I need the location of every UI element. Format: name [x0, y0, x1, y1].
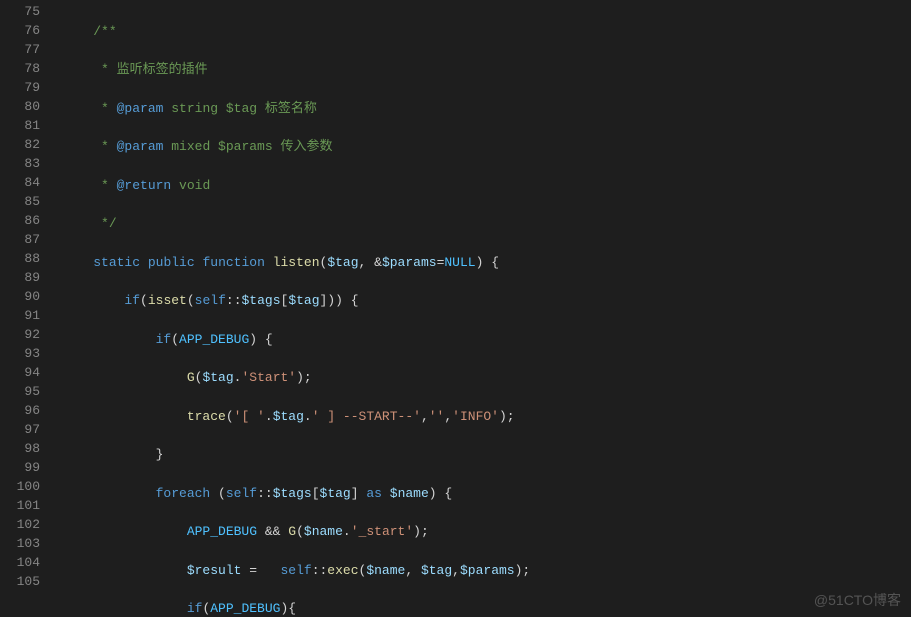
param: $params	[382, 255, 437, 270]
param: $tag	[327, 255, 358, 270]
line-number: 85	[0, 192, 40, 211]
line-number: 89	[0, 268, 40, 287]
variable: $name	[390, 486, 429, 501]
variable: $params	[460, 563, 515, 578]
keyword-self: self	[280, 563, 311, 578]
line-number: 79	[0, 78, 40, 97]
function-name: listen	[273, 255, 320, 270]
line-number-gutter: 7576777879808182838485868788899091929394…	[0, 0, 54, 617]
doc-comment: * 监听标签的插件	[93, 62, 207, 77]
line-number: 96	[0, 401, 40, 420]
line-number: 98	[0, 439, 40, 458]
watermark: @51CTO博客	[814, 590, 901, 611]
line-number: 76	[0, 21, 40, 40]
variable: $tag	[273, 409, 304, 424]
line-number: 97	[0, 420, 40, 439]
line-number: 91	[0, 306, 40, 325]
line-number: 82	[0, 135, 40, 154]
variable: $result	[187, 563, 242, 578]
string: '_start'	[351, 524, 413, 539]
keyword-if: if	[187, 601, 203, 616]
string: '[ '	[234, 409, 265, 424]
line-number: 86	[0, 211, 40, 230]
doc-comment: * @return void	[93, 178, 210, 193]
property: $tags	[242, 293, 281, 308]
code-editor[interactable]: 7576777879808182838485868788899091929394…	[0, 0, 911, 617]
function-call: G	[187, 370, 195, 385]
line-number: 93	[0, 344, 40, 363]
keyword-if: if	[124, 293, 140, 308]
line-number: 80	[0, 97, 40, 116]
method-call: exec	[327, 563, 358, 578]
line-number: 105	[0, 572, 40, 591]
line-number: 78	[0, 59, 40, 78]
line-number: 88	[0, 249, 40, 268]
line-number: 100	[0, 477, 40, 496]
keyword-as: as	[366, 486, 382, 501]
constant: APP_DEBUG	[179, 332, 249, 347]
variable: $name	[304, 524, 343, 539]
variable: $tag	[320, 486, 351, 501]
keyword-function: function	[202, 255, 264, 270]
keyword-static: static	[93, 255, 140, 270]
variable: $tag	[288, 293, 319, 308]
line-number: 104	[0, 553, 40, 572]
line-number: 95	[0, 382, 40, 401]
doc-comment: /**	[93, 24, 116, 39]
line-number: 77	[0, 40, 40, 59]
line-number: 92	[0, 325, 40, 344]
function-call: trace	[187, 409, 226, 424]
line-number: 90	[0, 287, 40, 306]
code-area[interactable]: /** * 监听标签的插件 * @param string $tag 标签名称 …	[54, 0, 911, 617]
property: $tags	[273, 486, 312, 501]
keyword-public: public	[148, 255, 195, 270]
line-number: 99	[0, 458, 40, 477]
string: ' ] --START--'	[312, 409, 421, 424]
keyword-foreach: foreach	[156, 486, 211, 501]
doc-comment: * @param string $tag 标签名称	[93, 101, 317, 116]
line-number: 94	[0, 363, 40, 382]
function-call: G	[288, 524, 296, 539]
variable: $tag	[202, 370, 233, 385]
doc-comment: * @param mixed $params 传入参数	[93, 139, 332, 154]
keyword-self: self	[195, 293, 226, 308]
line-number: 103	[0, 534, 40, 553]
doc-comment: */	[93, 216, 116, 231]
line-number: 84	[0, 173, 40, 192]
line-number: 83	[0, 154, 40, 173]
string: 'Start'	[241, 370, 296, 385]
variable: $tag	[421, 563, 452, 578]
line-number: 102	[0, 515, 40, 534]
line-number: 81	[0, 116, 40, 135]
line-number: 75	[0, 2, 40, 21]
string: 'INFO'	[452, 409, 499, 424]
variable: $name	[366, 563, 405, 578]
line-number: 87	[0, 230, 40, 249]
keyword-self: self	[226, 486, 257, 501]
constant: APP_DEBUG	[210, 601, 280, 616]
builtin: isset	[148, 293, 187, 308]
string: ''	[429, 409, 445, 424]
constant: APP_DEBUG	[187, 524, 257, 539]
constant: NULL	[444, 255, 475, 270]
line-number: 101	[0, 496, 40, 515]
keyword-if: if	[156, 332, 172, 347]
